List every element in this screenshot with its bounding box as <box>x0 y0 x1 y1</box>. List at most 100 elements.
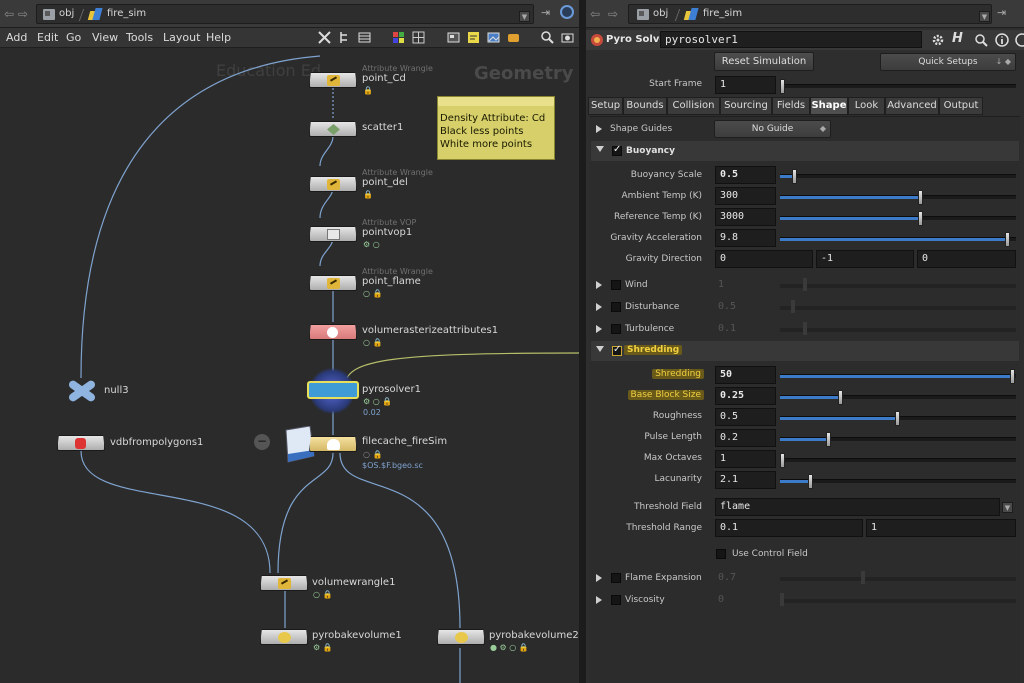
link-ring-icon[interactable] <box>560 5 574 19</box>
tools-wrench-icon[interactable] <box>318 31 331 44</box>
slider-knob[interactable] <box>1010 369 1015 384</box>
menu-layout[interactable]: Layout <box>163 31 200 44</box>
threshold-field-input[interactable]: flame <box>715 498 1000 516</box>
grid-icon[interactable] <box>412 31 425 44</box>
gravity-direction-z[interactable]: 0 <box>917 250 1016 268</box>
node-volumewrangle1[interactable] <box>260 575 308 591</box>
slider-knob[interactable] <box>780 453 785 468</box>
gravity-accel-field[interactable]: 9.8 <box>715 229 776 247</box>
help-h-icon[interactable]: H <box>952 31 963 46</box>
node-pyrosolver1[interactable] <box>307 381 359 399</box>
viscosity-checkbox[interactable] <box>611 595 621 605</box>
search-icon[interactable] <box>974 33 988 47</box>
bundle-icon[interactable] <box>507 31 520 44</box>
menu-add[interactable]: Add <box>6 31 27 44</box>
node-vdbfrompolygons1[interactable] <box>57 435 105 451</box>
node-pyrobakevolume1[interactable] <box>260 629 308 645</box>
buoyancy-scale-slider[interactable] <box>780 169 1016 184</box>
reference-temp-slider[interactable] <box>780 211 1016 226</box>
buoyancy-checkbox[interactable] <box>612 144 622 156</box>
node-name-pyrosolver1[interactable]: pyrosolver1 <box>362 384 421 395</box>
max-octaves-slider[interactable] <box>780 453 1016 468</box>
node-scatter1[interactable] <box>309 121 357 137</box>
path-dropdown-icon[interactable]: ▼ <box>519 11 530 22</box>
help-icon[interactable] <box>1015 33 1024 47</box>
collapse-triangle-icon[interactable] <box>596 346 604 352</box>
shape-guides-dropdown[interactable]: No Guide ◆ <box>714 120 831 138</box>
expand-triangle-icon[interactable] <box>596 125 602 133</box>
threshold-range-min[interactable]: 0.1 <box>715 519 863 537</box>
gear-icon[interactable] <box>931 33 945 47</box>
slider-knob[interactable] <box>1005 232 1010 247</box>
slider-knob[interactable] <box>918 211 923 226</box>
network-box-icon[interactable] <box>447 31 460 44</box>
gravity-direction-y[interactable]: -1 <box>816 250 914 268</box>
tab-fields[interactable]: Fields <box>772 97 810 115</box>
tree-layout-icon[interactable] <box>338 31 351 44</box>
threshold-range-max[interactable]: 1 <box>866 519 1016 537</box>
network-canvas[interactable]: Education Ed Geometry Attribute Wrangle … <box>0 48 579 683</box>
forward-arrow-icon[interactable]: ⇨ <box>18 7 28 21</box>
camera-icon[interactable] <box>561 31 574 44</box>
node-point-flame[interactable] <box>309 275 357 291</box>
bypass-minus-icon[interactable]: − <box>254 434 270 450</box>
node-name-pyrobakevolume1[interactable]: pyrobakevolume1 <box>312 630 402 641</box>
roughness-field[interactable]: 0.5 <box>715 408 776 426</box>
buoyancy-scale-field[interactable]: 0.5 <box>715 166 776 184</box>
path-crumb-fire-sim[interactable]: fire_sim <box>107 8 146 19</box>
node-volumerasterizeattributes1[interactable] <box>309 324 357 340</box>
node-name-filecache[interactable]: filecache_fireSim <box>362 436 447 447</box>
pin-icon[interactable]: ⇥ <box>997 6 1006 19</box>
buoyancy-section-header[interactable]: Buoyancy <box>591 141 1019 161</box>
tab-bounds[interactable]: Bounds <box>623 97 667 115</box>
node-point-cd[interactable] <box>309 72 357 88</box>
tab-setup[interactable]: Setup <box>588 97 623 115</box>
max-octaves-field[interactable]: 1 <box>715 450 776 468</box>
roughness-slider[interactable] <box>780 411 1016 426</box>
menu-go[interactable]: Go <box>66 31 81 44</box>
expand-triangle-icon[interactable] <box>596 303 602 311</box>
node-name-volumerasterize[interactable]: volumerasterizeattributes1 <box>362 325 498 336</box>
expand-triangle-icon[interactable] <box>596 281 602 289</box>
shredding-amount-slider[interactable] <box>780 369 1016 384</box>
info-icon[interactable] <box>995 33 1009 47</box>
node-null3[interactable] <box>64 377 100 405</box>
path-crumb-fire-sim[interactable]: fire_sim <box>703 8 742 19</box>
path-dropdown-icon[interactable]: ▼ <box>979 11 990 22</box>
shredding-section-header[interactable]: Shredding <box>591 341 1019 361</box>
gravity-direction-x[interactable]: 0 <box>715 250 813 268</box>
sticky-note-bar[interactable] <box>438 97 554 106</box>
back-arrow-icon[interactable]: ⇦ <box>590 7 600 21</box>
use-control-field-checkbox[interactable] <box>716 549 726 559</box>
pane-splitter[interactable] <box>579 0 586 683</box>
threshold-field-dropdown-icon[interactable]: ▼ <box>1002 502 1013 513</box>
ambient-temp-slider[interactable] <box>780 190 1016 205</box>
back-arrow-icon[interactable]: ⇦ <box>4 7 14 21</box>
ambient-temp-field[interactable]: 300 <box>715 187 776 205</box>
expand-triangle-icon[interactable] <box>596 596 602 604</box>
lacunarity-slider[interactable] <box>780 474 1016 489</box>
slider-knob[interactable] <box>792 169 797 184</box>
quick-setups-dropdown[interactable]: Quick Setups ↓ ◆ <box>880 53 1016 71</box>
node-name-scatter1[interactable]: scatter1 <box>362 122 403 133</box>
node-name-volumewrangle1[interactable]: volumewrangle1 <box>312 577 395 588</box>
menu-help[interactable]: Help <box>206 31 231 44</box>
disturbance-checkbox[interactable] <box>611 302 621 312</box>
node-name-field[interactable]: pyrosolver1 <box>660 31 922 48</box>
search-icon[interactable] <box>541 31 554 44</box>
pulse-length-slider[interactable] <box>780 432 1016 447</box>
slider-knob[interactable] <box>838 390 843 405</box>
menu-edit[interactable]: Edit <box>37 31 58 44</box>
sticky-note-icon[interactable] <box>467 31 480 44</box>
slider-knob[interactable] <box>826 432 831 447</box>
forward-arrow-icon[interactable]: ⇨ <box>608 7 618 21</box>
node-pointvop1[interactable] <box>309 226 357 242</box>
menu-view[interactable]: View <box>92 31 118 44</box>
node-name-pointvop1[interactable]: pointvop1 <box>362 227 412 238</box>
wind-checkbox[interactable] <box>611 280 621 290</box>
image-icon[interactable] <box>487 31 500 44</box>
tab-output[interactable]: Output <box>939 97 983 115</box>
pin-icon[interactable]: ⇥ <box>541 6 550 19</box>
sticky-note[interactable]: Density Attribute: Cd Black less points … <box>437 96 555 160</box>
list-view-icon[interactable] <box>358 31 371 44</box>
